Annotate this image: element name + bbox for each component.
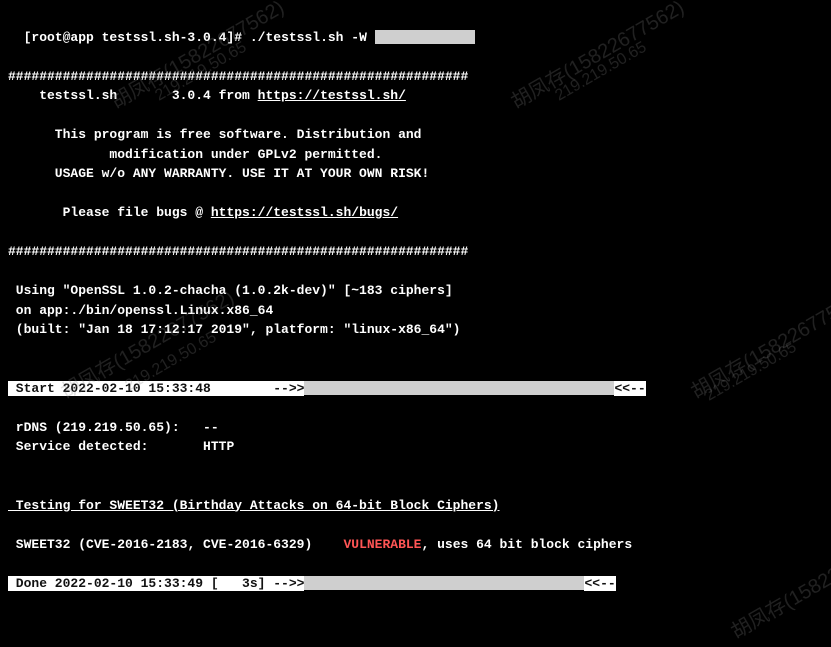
start-bar-prefix: Start 2022-02-10 15:33:48 -->>	[8, 381, 304, 396]
rdns-label: rDNS (219.219.50.65):	[8, 420, 203, 435]
banner-line-1: This program is free software. Distribut…	[8, 125, 823, 145]
divider-top: ########################################…	[8, 67, 823, 87]
banner-line-2: modification under GPLv2 permitted.	[8, 145, 823, 165]
banner-bugs-line: Please file bugs @ https://testssl.sh/bu…	[8, 203, 823, 223]
banner-app-name: testssl.sh	[8, 88, 172, 103]
start-bar-suffix: <<--	[614, 381, 645, 396]
sweet32-detail: , uses 64 bit block ciphers	[421, 537, 632, 552]
banner-app-line: testssl.sh 3.0.4 from https://testssl.sh…	[8, 86, 823, 106]
blank-line	[8, 359, 823, 379]
openssl-on: on app:./bin/openssl.Linux.x86_64	[8, 301, 823, 321]
redacted-target-2	[304, 576, 584, 590]
blank-line	[8, 457, 823, 477]
done-bar-mid: ] -->>	[258, 576, 305, 591]
done-bar-suffix: <<--	[584, 576, 615, 591]
divider-bottom: ########################################…	[8, 242, 823, 262]
shell-prompt-line[interactable]: [root@app testssl.sh-3.0.4]# ./testssl.s…	[8, 8, 823, 47]
banner-version: 3.0.4 from	[172, 88, 258, 103]
service-label: Service detected:	[8, 439, 203, 454]
blank-line	[8, 476, 823, 496]
blank-line	[8, 340, 823, 360]
test-header: Testing for SWEET32 (Birthday Attacks on…	[8, 496, 823, 516]
blank-line	[8, 398, 823, 418]
redacted-target	[304, 381, 614, 395]
redacted-arg	[375, 30, 475, 44]
service-value: HTTP	[203, 439, 234, 454]
blank-line	[8, 262, 823, 282]
banner-line-3: USAGE w/o ANY WARRANTY. USE IT AT YOUR O…	[8, 164, 823, 184]
shell-command: ./testssl.sh -W	[250, 30, 367, 45]
banner-bugs-url: https://testssl.sh/bugs/	[211, 205, 398, 220]
blank-line	[8, 515, 823, 535]
start-bar: Start 2022-02-10 15:33:48 -->> <<--	[8, 379, 823, 399]
sweet32-name: SWEET32	[8, 537, 70, 552]
blank-line	[8, 554, 823, 574]
openssl-built: (built: "Jan 18 17:12:17 2019", platform…	[8, 320, 823, 340]
shell-prompt: [root@app testssl.sh-3.0.4]#	[24, 30, 250, 45]
sweet32-line: SWEET32 (CVE-2016-2183, CVE-2016-6329) V…	[8, 535, 823, 555]
banner-url: https://testssl.sh/	[258, 88, 406, 103]
done-bar: Done 2022-02-10 15:33:49 [ 3s] -->> <<--	[8, 574, 823, 594]
blank-line	[8, 106, 823, 126]
rdns-value: --	[203, 420, 219, 435]
blank-line	[8, 47, 823, 67]
sweet32-cve: (CVE-2016-2183, CVE-2016-6329)	[70, 537, 343, 552]
banner-bugs-prefix: Please file bugs @	[8, 205, 211, 220]
done-bar-prefix: Done 2022-02-10 15:33:49 [	[8, 576, 219, 591]
sweet32-status: VULNERABLE	[343, 537, 421, 552]
blank-line	[8, 184, 823, 204]
service-line: Service detected: HTTP	[8, 437, 823, 457]
openssl-using: Using "OpenSSL 1.0.2-chacha (1.0.2k-dev)…	[8, 281, 823, 301]
done-bar-time: 3s	[219, 576, 258, 591]
rdns-line: rDNS (219.219.50.65): --	[8, 418, 823, 438]
blank-line	[8, 223, 823, 243]
